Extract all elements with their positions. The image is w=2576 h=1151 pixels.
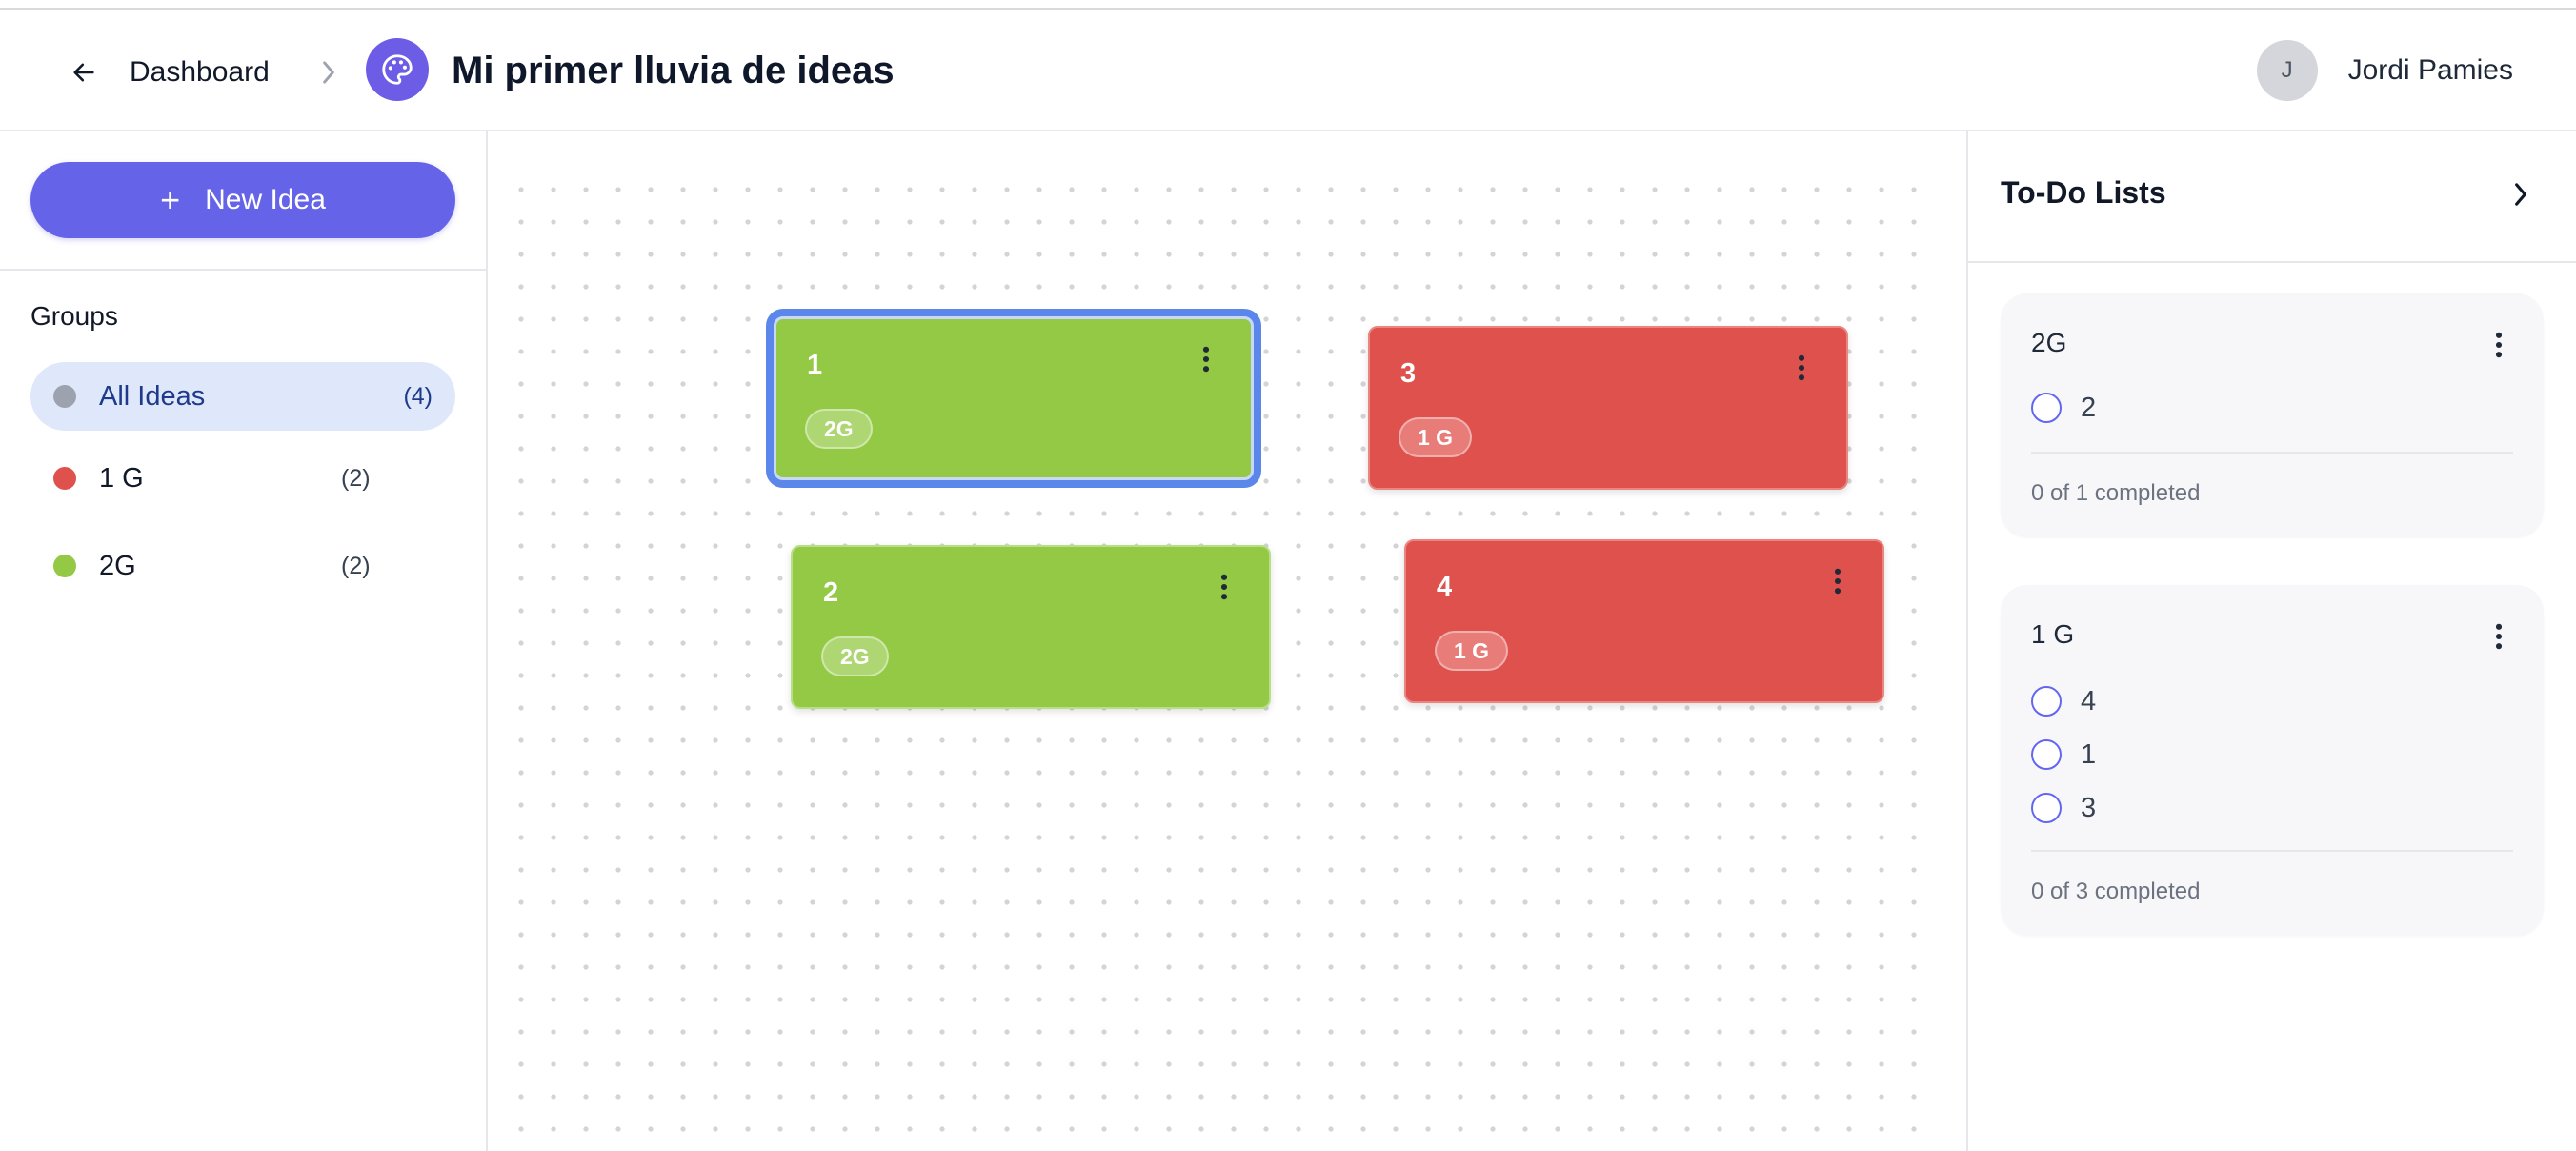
idea-title: 1 — [807, 350, 823, 380]
todo-item-text: 3 — [2081, 792, 2097, 823]
todo-checkbox[interactable] — [2031, 739, 2062, 770]
todo-item[interactable]: 4 — [2031, 682, 2096, 720]
todo-list-card: 1 G 4 1 3 0 of 3 completed — [2001, 585, 2544, 936]
idea-card[interactable]: 4 1 G — [1404, 539, 1884, 703]
divider — [2031, 850, 2513, 852]
todo-progress-text: 0 of 3 completed — [2031, 878, 2201, 904]
group-count: (4) — [403, 382, 433, 410]
todo-list-title: 2G — [2031, 328, 2067, 357]
user-name[interactable]: Jordi Pamies — [2348, 54, 2513, 87]
new-idea-label: New Idea — [205, 184, 326, 215]
idea-card[interactable]: 1 2G — [766, 309, 1261, 488]
todo-panel-header: To-Do Lists — [1968, 131, 2576, 263]
idea-title: 4 — [1437, 572, 1453, 602]
todo-lists-panel: To-Do Lists 2G 2 0 of 1 completed 1 G 4 … — [1966, 131, 2576, 1151]
idea-card[interactable]: 2 2G — [791, 545, 1271, 709]
group-label: 1 G — [99, 462, 144, 494]
todo-checkbox[interactable] — [2031, 393, 2062, 423]
group-color-dot — [53, 555, 76, 577]
todo-item-text: 2 — [2081, 392, 2097, 423]
group-item-2g[interactable]: 2G (2) — [30, 532, 455, 600]
todo-item[interactable]: 1 — [2031, 736, 2096, 774]
user-menu[interactable]: J Jordi Pamies — [2256, 40, 2513, 101]
group-color-dot — [53, 385, 76, 408]
more-vertical-icon[interactable] — [1192, 340, 1220, 378]
window-top-border — [0, 0, 2576, 10]
idea-board-canvas[interactable]: 1 2G 3 1 G 2 2G 4 1 G — [488, 131, 1966, 1151]
chevron-right-icon[interactable] — [2502, 175, 2540, 213]
idea-title: 3 — [1400, 358, 1417, 389]
chevron-right-icon — [314, 55, 343, 90]
todo-item[interactable]: 3 — [2031, 789, 2096, 827]
app-header: Dashboard Mi primer lluvia de ideas J Jo… — [0, 10, 2576, 131]
todo-checkbox[interactable] — [2031, 686, 2062, 717]
canvas-margin — [488, 131, 516, 1151]
todo-list-title: 1 G — [2031, 619, 2075, 649]
groups-heading: Groups — [30, 301, 118, 331]
idea-group-tag: 1 G — [1399, 417, 1473, 457]
todo-list-card: 2G 2 0 of 1 completed — [2001, 293, 2544, 537]
idea-group-tag: 2G — [805, 409, 873, 449]
page-title: Mi primer lluvia de ideas — [452, 50, 895, 91]
canvas-margin — [1934, 131, 1966, 1151]
todo-item[interactable]: 2 — [2031, 389, 2096, 427]
groups-sidebar: + New Idea Groups All Ideas (4) 1 G (2) … — [0, 131, 488, 1151]
group-count: (2) — [341, 464, 371, 492]
group-item-all-ideas[interactable]: All Ideas (4) — [30, 362, 455, 431]
idea-card[interactable]: 3 1 G — [1368, 326, 1848, 490]
divider — [2031, 452, 2513, 454]
group-label: 2G — [99, 550, 136, 581]
idea-group-tag: 2G — [821, 636, 889, 676]
back-arrow-icon[interactable] — [65, 53, 103, 91]
new-idea-button[interactable]: + New Idea — [30, 162, 455, 238]
todo-item-text: 4 — [2081, 685, 2097, 717]
avatar[interactable]: J — [2256, 40, 2318, 101]
group-color-dot — [53, 467, 76, 490]
more-vertical-icon[interactable] — [1210, 568, 1238, 606]
more-vertical-icon[interactable] — [1787, 349, 1816, 387]
todo-checkbox[interactable] — [2031, 793, 2062, 823]
more-vertical-icon[interactable] — [2485, 326, 2513, 364]
todo-panel-title: To-Do Lists — [2001, 175, 2166, 210]
palette-icon — [366, 38, 429, 101]
breadcrumb-dashboard-link[interactable]: Dashboard — [130, 53, 270, 91]
more-vertical-icon[interactable] — [1823, 562, 1852, 600]
idea-group-tag: 1 G — [1435, 631, 1509, 671]
plus-icon: + — [160, 180, 181, 219]
todo-item-text: 1 — [2081, 738, 2097, 770]
canvas-margin — [488, 131, 1966, 166]
todo-progress-text: 0 of 1 completed — [2031, 480, 2201, 506]
idea-title: 2 — [823, 577, 839, 608]
group-count: (2) — [341, 552, 371, 579]
group-item-1g[interactable]: 1 G (2) — [30, 444, 455, 513]
divider — [0, 269, 486, 271]
group-label: All Ideas — [99, 380, 206, 412]
more-vertical-icon[interactable] — [2485, 617, 2513, 656]
